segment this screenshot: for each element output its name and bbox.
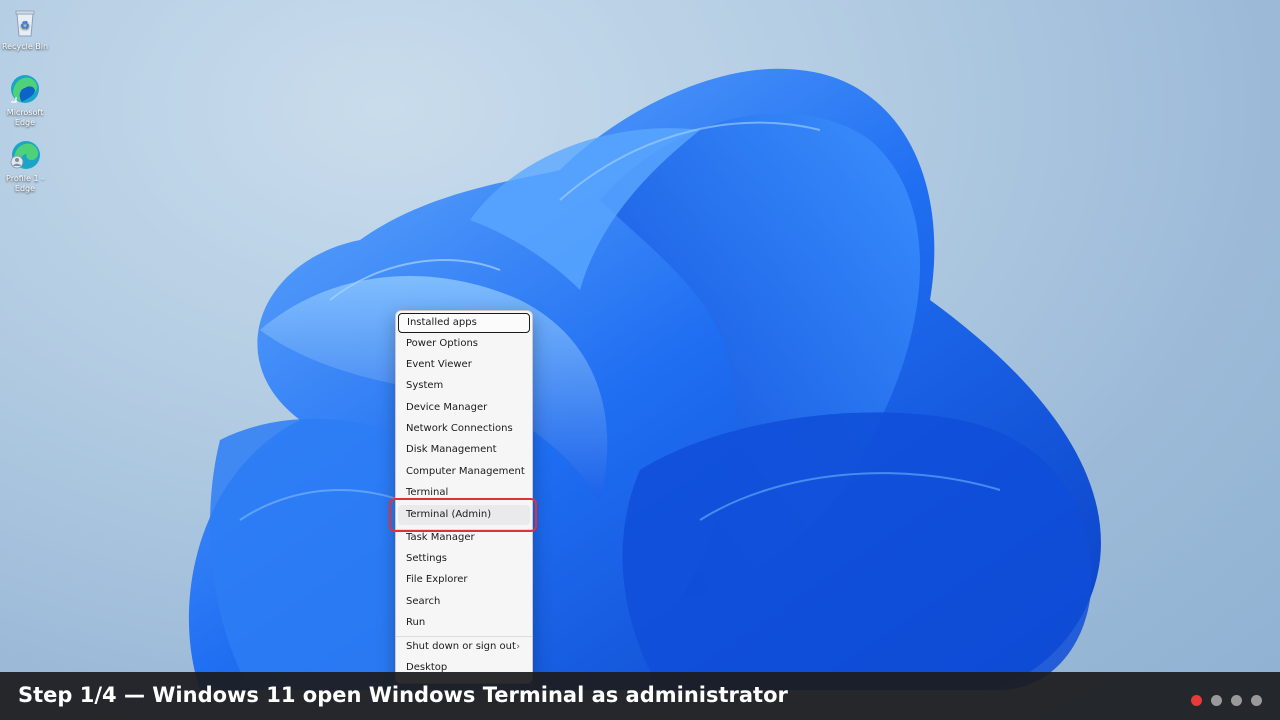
recycle-bin-glyph-icon: ♻ — [15, 10, 35, 37]
highlight-box — [389, 498, 537, 532]
winx-context-menu: Installed apps Power Options Event Viewe… — [395, 310, 533, 684]
step-banner: Step 1/4 — Windows 11 open Windows Termi… — [0, 672, 1280, 720]
menu-item-label: System — [406, 380, 444, 391]
desktop: ♻ Recycle Bin Microsoft Edge Profile 1 -… — [0, 0, 1280, 720]
menu-item-computer-management[interactable]: Computer Management — [398, 462, 530, 482]
step-dot — [1230, 695, 1242, 706]
menu-item-installed-apps[interactable]: Installed apps — [398, 313, 530, 333]
menu-item-label: Power Options — [406, 338, 478, 349]
step-dot — [1251, 695, 1262, 706]
menu-item-run[interactable]: Run — [398, 613, 530, 633]
menu-item-label: Settings — [406, 553, 448, 564]
recycle-bin-icon[interactable]: ♻ Recycle Bin — [1, 6, 49, 52]
step-title: Step 1/4 — Windows 11 open Windows Termi… — [18, 683, 788, 707]
menu-item-label: Device Manager — [406, 402, 488, 413]
menu-item-label: Run — [406, 617, 426, 628]
menu-item-label: Disk Management — [406, 444, 497, 455]
edge-glyph-icon — [11, 75, 39, 103]
wallpaper-bloom — [188, 68, 1101, 691]
menu-item-label: Terminal — [406, 487, 449, 498]
step-dot-active — [1190, 695, 1202, 706]
menu-item-label: Installed apps — [407, 317, 477, 328]
menu-item-label: Shut down or sign out — [406, 641, 516, 652]
menu-item-power-options[interactable]: Power Options — [398, 334, 530, 354]
menu-item-shut-down-or-sign-out[interactable]: Shut down or sign out › — [398, 637, 530, 657]
menu-item-label: Computer Management — [406, 466, 525, 477]
menu-item-disk-management[interactable]: Disk Management — [398, 440, 530, 460]
menu-item-label: File Explorer — [406, 574, 468, 585]
profile-edge-icon[interactable]: Profile 1 - Edge — [1, 138, 49, 194]
recycle-bin-label: Recycle Bin — [1, 42, 49, 51]
menu-item-label: Event Viewer — [406, 359, 472, 370]
chevron-right-icon: › — [516, 642, 520, 652]
menu-item-device-manager[interactable]: Device Manager — [398, 398, 530, 418]
svg-text:♻: ♻ — [20, 19, 30, 32]
menu-item-label: Task Manager — [406, 532, 475, 543]
menu-item-label: Search — [406, 596, 441, 607]
menu-item-settings[interactable]: Settings — [398, 549, 530, 569]
menu-item-file-explorer[interactable]: File Explorer — [398, 570, 530, 590]
profile-edge-glyph-icon — [10, 141, 40, 169]
profile-edge-label: Profile 1 - Edge — [6, 174, 44, 193]
menu-item-network-connections[interactable]: Network Connections — [398, 419, 530, 439]
step-dot — [1210, 695, 1222, 706]
menu-item-label: Network Connections — [406, 423, 513, 434]
menu-item-search[interactable]: Search — [398, 592, 530, 612]
menu-item-event-viewer[interactable]: Event Viewer — [398, 355, 530, 375]
microsoft-edge-icon[interactable]: Microsoft Edge — [1, 72, 49, 128]
step-indicator — [1187, 691, 1262, 706]
microsoft-edge-label: Microsoft Edge — [6, 108, 44, 127]
menu-item-system[interactable]: System — [398, 376, 530, 396]
